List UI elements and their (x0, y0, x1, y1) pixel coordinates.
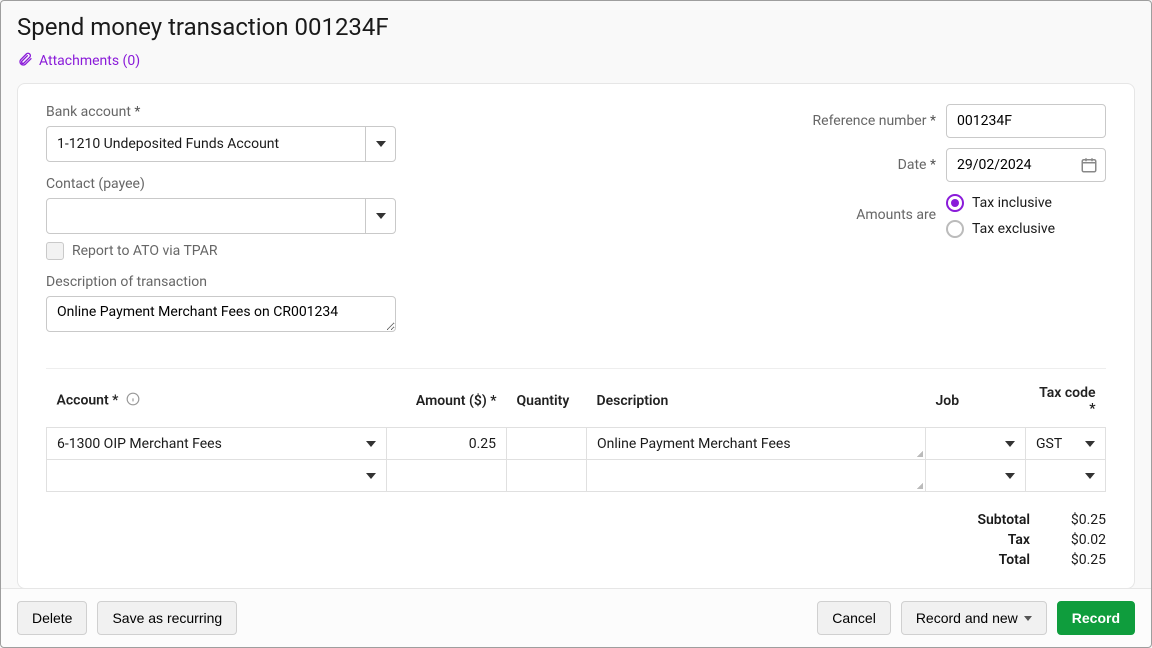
record-and-new-button[interactable]: Record and new (901, 601, 1047, 635)
row-description-input[interactable] (587, 460, 925, 491)
chevron-down-icon (366, 441, 376, 447)
row-quantity-input[interactable] (507, 460, 586, 491)
contact-payee-label: Contact (payee) (46, 176, 396, 192)
info-icon[interactable] (126, 394, 140, 410)
description-label: Description of transaction (46, 274, 396, 290)
chevron-down-icon (1005, 473, 1015, 479)
table-row (47, 460, 1106, 492)
th-account: Account * (47, 379, 387, 428)
tax-value: $0.02 (1046, 532, 1106, 548)
row-description-input[interactable]: Online Payment Merchant Fees (587, 428, 925, 459)
row-amount-input[interactable]: 0.25 (387, 428, 506, 459)
subtotal-label: Subtotal (977, 512, 1030, 528)
table-row: 6-1300 OIP Merchant Fees 0.25 Online Pay… (47, 428, 1106, 460)
date-label: Date (766, 157, 936, 173)
th-job: Job (926, 379, 1026, 428)
description-textarea[interactable] (46, 296, 396, 332)
row-quantity-input[interactable] (507, 428, 586, 459)
chevron-down-icon (1024, 616, 1032, 621)
save-as-recurring-button[interactable]: Save as recurring (97, 601, 237, 635)
bank-account-select[interactable]: 1-1210 Undeposited Funds Account (46, 126, 396, 162)
tax-exclusive-label: Tax exclusive (972, 221, 1055, 237)
tax-inclusive-radio[interactable]: Tax inclusive (946, 194, 1106, 212)
row-amount-input[interactable] (387, 460, 506, 491)
row-account-select[interactable] (47, 460, 386, 491)
page-title: Spend money transaction 001234F (17, 13, 1135, 41)
attachments-label: Attachments (0) (39, 53, 140, 69)
bank-account-label: Bank account (46, 104, 396, 120)
subtotal-value: $0.25 (1046, 512, 1106, 528)
th-amount: Amount ($) * (387, 379, 507, 428)
row-job-select[interactable] (926, 428, 1025, 459)
record-button[interactable]: Record (1057, 601, 1135, 635)
calendar-icon[interactable] (1080, 156, 1098, 174)
chevron-down-icon (376, 141, 386, 147)
chevron-down-icon (376, 213, 386, 219)
row-tax-select[interactable] (1026, 460, 1105, 491)
tpar-label: Report to ATO via TPAR (72, 243, 217, 259)
form-card: Bank account 1-1210 Undeposited Funds Ac… (17, 83, 1135, 588)
bank-account-value: 1-1210 Undeposited Funds Account (47, 136, 365, 152)
contact-payee-select[interactable] (46, 198, 396, 234)
th-quantity: Quantity (507, 379, 587, 428)
amounts-are-label: Amounts are (766, 207, 936, 223)
total-value: $0.25 (1046, 552, 1106, 568)
radio-unselected-icon (946, 220, 964, 238)
paperclip-icon (17, 51, 33, 71)
tax-inclusive-label: Tax inclusive (972, 195, 1052, 211)
line-items-table: Account * Amount ($) * Quantity Descript… (46, 379, 1106, 492)
th-tax-code: Tax code * (1026, 379, 1106, 428)
reference-input[interactable] (946, 104, 1106, 138)
cancel-button[interactable]: Cancel (817, 601, 891, 635)
chevron-down-icon (366, 473, 376, 479)
contact-payee-caret[interactable] (365, 199, 395, 233)
total-label: Total (999, 552, 1030, 568)
attachments-link[interactable]: Attachments (0) (17, 51, 140, 71)
radio-selected-icon (946, 194, 964, 212)
tax-label: Tax (1008, 532, 1030, 548)
chevron-down-icon (1085, 473, 1095, 479)
reference-label: Reference number (766, 113, 936, 129)
bank-account-caret[interactable] (365, 127, 395, 161)
divider (46, 368, 1106, 369)
row-account-select[interactable]: 6-1300 OIP Merchant Fees (47, 428, 386, 459)
delete-button[interactable]: Delete (17, 601, 87, 635)
chevron-down-icon (1085, 441, 1095, 447)
row-tax-select[interactable]: GST (1026, 428, 1105, 459)
th-description: Description (587, 379, 926, 428)
tpar-checkbox[interactable] (46, 242, 64, 260)
chevron-down-icon (1005, 441, 1015, 447)
action-bar: Delete Save as recurring Cancel Record a… (1, 588, 1151, 647)
row-job-select[interactable] (926, 460, 1025, 491)
totals: Subtotal $0.25 Tax $0.02 Total $0.25 (46, 512, 1106, 568)
tax-exclusive-radio[interactable]: Tax exclusive (946, 220, 1106, 238)
